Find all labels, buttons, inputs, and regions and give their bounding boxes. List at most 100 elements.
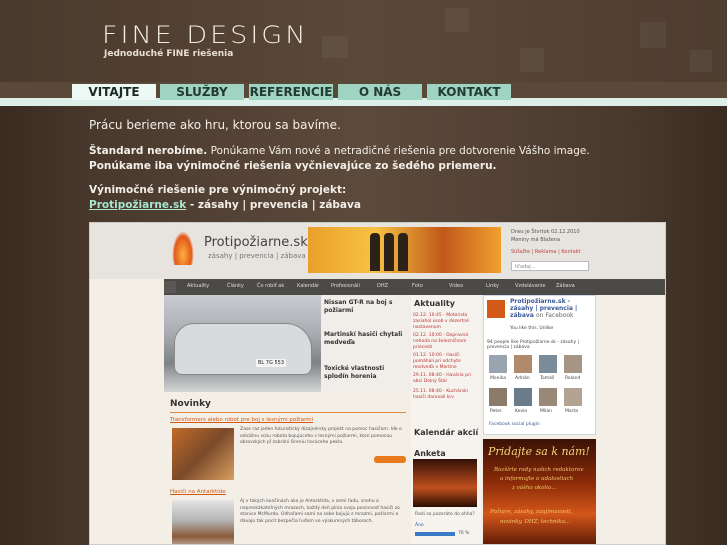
ad-title: Pridajte sa k nám!	[488, 445, 590, 458]
decor-square	[322, 36, 348, 58]
tab-kontakt[interactable]: KONTAKT	[427, 84, 511, 100]
site-tagline: Jednoduché FINE riešenia	[104, 49, 234, 59]
divider	[170, 412, 406, 413]
avatar-name: Marta	[565, 409, 579, 414]
robot-image[interactable]	[172, 428, 234, 480]
article-text: Zase raz jeden futuristický dizajnérsky …	[240, 427, 402, 445]
lead-bold: Štandard nerobíme.	[89, 145, 208, 157]
feature-item[interactable]: Nissan GT-R na boj s požiarmi	[324, 299, 410, 315]
aktuality-item[interactable]: 02.12. 10:45 - Motorista zasiahol osob v…	[413, 313, 475, 331]
preview-menu-item[interactable]: Linky	[486, 283, 499, 289]
avatar[interactable]	[514, 388, 532, 406]
preview-menu-item[interactable]: Zábava	[556, 283, 575, 289]
decor-square	[690, 50, 712, 72]
avatar-name: Adrián	[515, 376, 530, 381]
avatar[interactable]	[539, 355, 557, 373]
tab-sluzby[interactable]: SLUŽBY	[160, 84, 244, 100]
preview-menu-item[interactable]: Profesionáli	[331, 283, 360, 289]
feature-item[interactable]: Toxické vlastnosti splodín horenia	[324, 365, 410, 381]
avatar[interactable]	[564, 355, 582, 373]
avatar-name: Kevin	[515, 409, 528, 414]
decor-square	[640, 22, 666, 48]
headline: Prácu berieme ako hru, ktorou sa bavíme.	[89, 118, 341, 132]
license-plate: BL 7G 553	[256, 359, 286, 367]
aktuality-item[interactable]: 02.12. 10:00 - Dopravná nehoda na železn…	[413, 333, 475, 351]
aktuality-item[interactable]: 29.11. 08:40 - Havária pri obci Dolný Št…	[413, 373, 475, 385]
article-text: Aj v takých končinách ako je Antarktída,…	[240, 499, 400, 524]
tab-o-nas[interactable]: O NÁS	[338, 84, 422, 100]
anketa-percent: 76 %	[458, 531, 470, 536]
aktuality-item[interactable]: 01.12. 10:00 - Hasiči pomáhali pri odchy…	[413, 353, 475, 371]
project-line: Protipožiarne.sk - zásahy | prevencia | …	[89, 199, 361, 211]
firefighter-figure	[398, 233, 408, 271]
novinky-title: Novinky	[170, 399, 211, 409]
facebook-title[interactable]: Protipožiarne.sk - zásahy | prevencia | …	[510, 298, 592, 319]
avatar-name: Monika	[490, 376, 507, 381]
preview-site-name: Protipožiarne.sk	[204, 235, 308, 250]
nameday-text: Meniny má Blažena	[511, 237, 561, 243]
avatar[interactable]	[539, 388, 557, 406]
home-icon[interactable]	[164, 281, 176, 293]
preview-menu-item[interactable]: Vzdelávanie	[515, 283, 545, 289]
preview-date: Dnes je Štvrtok 02.12.2010 Meniny má Blaž…	[511, 228, 580, 244]
project-preview-screenshot[interactable]: Protipožiarne.sk zásahy | prevencia | zá…	[89, 222, 666, 545]
project-desc: - zásahy | prevencia | zábava	[186, 199, 361, 211]
ad-line: novinky, DHZ, technika...	[500, 519, 571, 525]
ad-line: z vášho okolia...	[512, 485, 557, 491]
decor-square	[445, 8, 469, 32]
article-title[interactable]: Transformers alebo robot pre boj s lesný…	[170, 417, 313, 423]
preview-menu-item[interactable]: Foto	[412, 283, 423, 289]
preview-menu-item[interactable]: Aktuality	[187, 283, 209, 289]
antarctica-image[interactable]	[172, 500, 234, 544]
ad-line: a informujte o udalostiach	[500, 476, 574, 482]
decor-square	[520, 48, 544, 72]
firefighter-figure	[384, 233, 394, 271]
anketa-image	[413, 459, 477, 507]
anketa-question: Radi sa pozeráte do ohňa?	[415, 512, 475, 517]
avatar-name: Tomáš	[540, 376, 555, 381]
preview-menu-item[interactable]: Video	[449, 283, 463, 289]
project-link[interactable]: Protipožiarne.sk	[89, 199, 186, 211]
avatar-name: Roland	[565, 376, 581, 381]
preview-site-sub: zásahy | prevencia | zábava	[208, 252, 306, 260]
facebook-count: 94 people like Protipožiarne.sk - zásahy…	[487, 340, 580, 350]
anketa-title: Anketa	[414, 449, 446, 458]
aktuality-item[interactable]: 25.11. 08:40 - Kuchárski hasiči darovali…	[413, 389, 475, 401]
avatar[interactable]	[564, 388, 582, 406]
firefighters-banner	[308, 227, 501, 273]
flame-logo-icon	[172, 231, 194, 265]
facebook-like[interactable]: You like this. Unlike	[510, 326, 553, 331]
ad-line: Rozšírte rady našich redaktorov	[494, 467, 584, 473]
lead-text: Ponúkame Vám nové a netradičné riešenia …	[207, 145, 590, 157]
aktuality-title: Aktuality	[414, 299, 455, 308]
anketa-bar	[415, 532, 455, 536]
site-logo[interactable]: FINE DESIGN	[102, 22, 308, 50]
preview-top-links[interactable]: Súťažte | Reklama | Kontakt	[511, 249, 581, 255]
facebook-on: on Facebook	[535, 312, 574, 319]
tab-vitajte[interactable]: VITAJTE	[72, 84, 156, 100]
kalendar-title: Kalendár akcií	[414, 428, 479, 437]
article-title[interactable]: Hasiči na Antarktíde	[170, 489, 226, 495]
facebook-plugin[interactable]: Facebook social plugin	[489, 422, 540, 427]
ad-line: Požiare, zásahy, zaujímavosti,	[490, 509, 573, 515]
more-button[interactable]	[374, 456, 406, 463]
facebook-page-avatar	[487, 300, 505, 318]
preview-search-input[interactable]: hľadaj...	[511, 261, 589, 271]
date-text: Dnes je Štvrtok 02.12.2010	[511, 229, 580, 235]
preview-menu-item[interactable]: Kalendár	[297, 283, 319, 289]
car-image	[174, 323, 312, 375]
project-intro: Výnimočné riešenie pre výnimočný projekt…	[89, 184, 347, 196]
tab-referencie[interactable]: REFERENCIE	[249, 84, 333, 100]
preview-menu-item[interactable]: Čo robiť ak	[257, 283, 284, 289]
feature-item[interactable]: Martinskí hasiči chytali medveďa	[324, 331, 410, 347]
avatar[interactable]	[489, 388, 507, 406]
firefighter-figure	[370, 233, 380, 271]
preview-menu-item[interactable]: Články	[227, 283, 244, 289]
anketa-answer[interactable]: Áno	[415, 523, 477, 529]
preview-menu-item[interactable]: DHZ	[377, 283, 388, 289]
avatar[interactable]	[489, 355, 507, 373]
avatar[interactable]	[514, 355, 532, 373]
lead-paragraph: Štandard nerobíme. Ponúkame Vám nové a n…	[89, 145, 590, 157]
avatar-name: Milan	[540, 409, 552, 414]
avatar-name: Peter	[490, 409, 502, 414]
